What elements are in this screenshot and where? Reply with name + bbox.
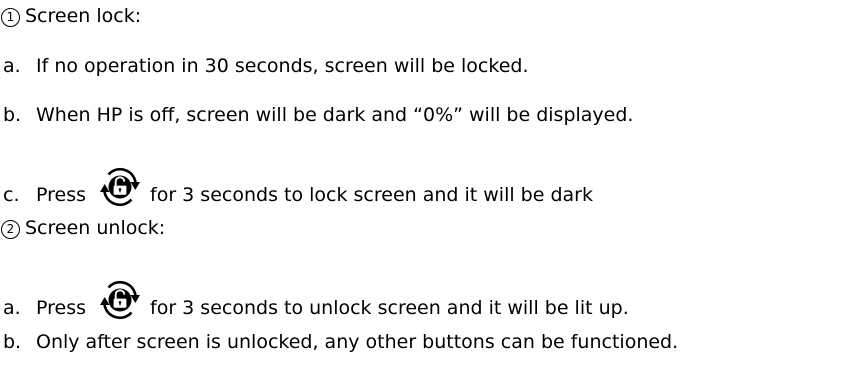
list-item: a. Press for 3 seconds to unlock screen a… xyxy=(3,280,629,320)
list-item: c. Press for 3 seconds to lock screen and… xyxy=(3,167,593,207)
list-item: b. When HP is off, screen will be dark an… xyxy=(3,103,633,127)
lock-rotate-icon xyxy=(100,280,141,320)
list-item: a. If no operation in 30 seconds, screen … xyxy=(3,54,529,78)
section-heading-screen-unlock: 2 Screen unlock: xyxy=(1,216,165,240)
list-marker: a. xyxy=(3,297,21,319)
section-title: Screen unlock: xyxy=(25,217,166,239)
section-number-badge: 1 xyxy=(1,8,20,27)
list-item: b. Only after screen is unlocked, any oth… xyxy=(3,330,678,354)
section-heading-screen-lock: 1 Screen lock: xyxy=(1,4,141,28)
list-item-text: Only after screen is unlocked, any other… xyxy=(36,331,679,353)
list-marker: c. xyxy=(3,184,20,206)
list-item-text-before: Press xyxy=(36,184,87,206)
list-item-text: If no operation in 30 seconds, screen wi… xyxy=(36,55,529,77)
list-marker: b. xyxy=(3,331,22,353)
list-item-text: When HP is off, screen will be dark and … xyxy=(36,104,634,126)
list-item-text-after: for 3 seconds to lock screen and it will… xyxy=(150,184,593,206)
list-item-text-after: for 3 seconds to unlock screen and it wi… xyxy=(150,297,629,319)
list-marker: a. xyxy=(3,55,21,77)
section-title: Screen lock: xyxy=(25,5,142,27)
lock-rotate-icon xyxy=(100,167,141,207)
section-number-badge: 2 xyxy=(1,220,20,239)
list-marker: b. xyxy=(3,104,22,126)
list-item-text-before: Press xyxy=(36,297,87,319)
instruction-document: 1 Screen lock: a. If no operation in 30 se… xyxy=(0,0,846,371)
